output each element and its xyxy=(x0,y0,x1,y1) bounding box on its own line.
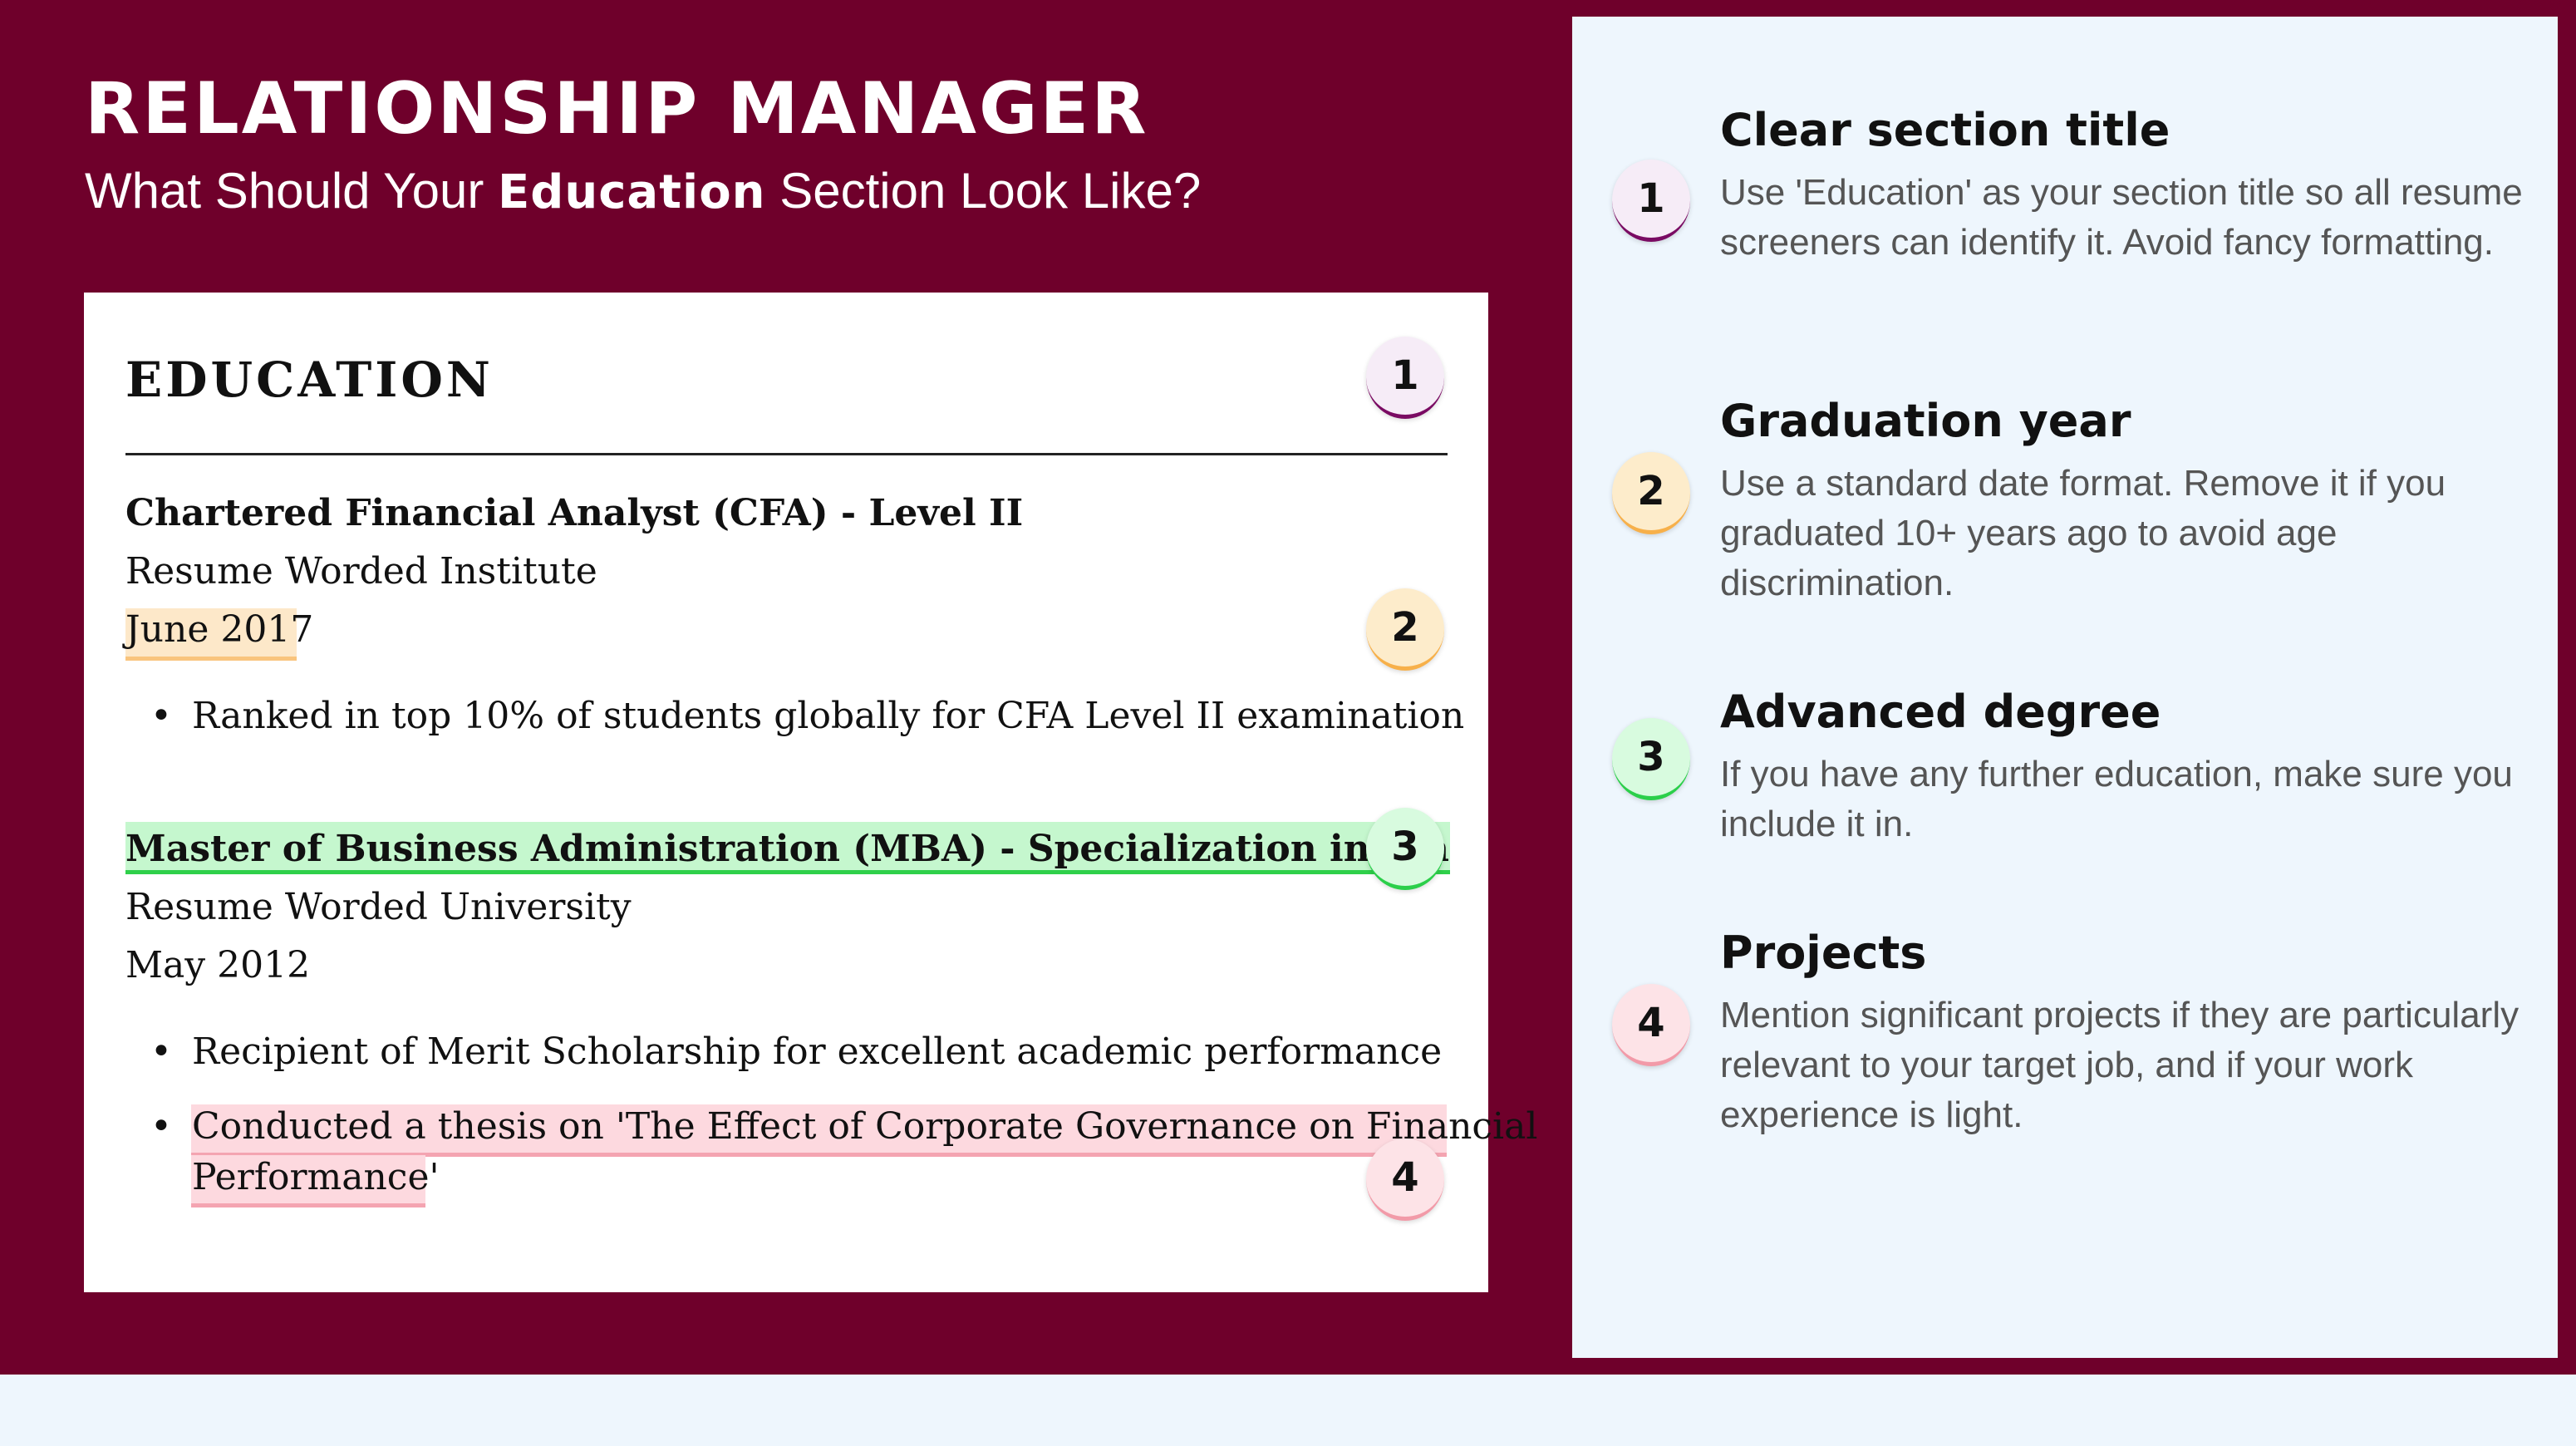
tip-1-title: Clear section title xyxy=(1720,104,2170,156)
entry-2-degree: Master of Business Administration (MBA) … xyxy=(125,831,1450,870)
callout-badge-2: 2 xyxy=(1366,588,1444,671)
bullet-dot: • xyxy=(150,1105,172,1148)
tip-2-body: Use a standard date format. Remove it if… xyxy=(1720,463,2446,603)
bullet-dot: • xyxy=(150,695,172,737)
tip-4-title: Projects xyxy=(1720,927,1927,979)
tip-3-title: Advanced degree xyxy=(1720,686,2161,738)
entry-2-institution: Resume Worded University xyxy=(125,886,632,928)
tips-panel: 1 Clear section title Use 'Education' as… xyxy=(1572,17,2558,1358)
tip-badge-3: 3 xyxy=(1612,718,1690,800)
heading-divider xyxy=(125,453,1448,455)
education-heading: EDUCATION xyxy=(125,352,494,408)
callout-badge-1: 1 xyxy=(1366,337,1444,419)
bullet-text: Recipient of Merit Scholarship for excel… xyxy=(192,1030,1443,1073)
subtitle-text-start: What Should Your xyxy=(85,163,499,219)
resume-education-card: EDUCATION Chartered Financial Analyst (C… xyxy=(84,293,1537,1292)
tip-4-body: Mention significant projects if they are… xyxy=(1720,995,2519,1135)
entry-2-degree-clip: Master of Business Administration (MBA) … xyxy=(125,831,1450,873)
bullet-text: Ranked in top 10% of students globally f… xyxy=(192,695,1465,737)
tip-badge-4: 4 xyxy=(1612,984,1690,1066)
bullet-text: Conducted a thesis on 'The Effect of Cor… xyxy=(192,1105,1538,1148)
page-subtitle: What Should Your Education Section Look … xyxy=(85,166,1201,216)
entry-1-institution: Resume Worded Institute xyxy=(125,550,597,593)
subtitle-emphasis: Education xyxy=(498,165,766,219)
bullet-text-continued: Performance' xyxy=(192,1156,440,1198)
tip-badge-1: 1 xyxy=(1612,160,1690,242)
subtitle-text-end: Section Look Like? xyxy=(765,163,1202,219)
tip-3-body: If you have any further education, make … xyxy=(1720,754,2513,844)
entry-2-date: May 2012 xyxy=(125,944,311,986)
tip-2-title: Graduation year xyxy=(1720,395,2131,447)
bullet-dot: • xyxy=(150,1030,172,1073)
page-title: RELATIONSHIP MANAGER xyxy=(85,67,1149,150)
entry-1-degree: Chartered Financial Analyst (CFA) - Leve… xyxy=(125,492,1024,534)
callout-badge-3: 3 xyxy=(1366,808,1444,890)
callout-badge-4: 4 xyxy=(1366,1139,1444,1221)
entry-1-date: June 2017 xyxy=(125,608,314,651)
tip-badge-2: 2 xyxy=(1612,452,1690,534)
tip-1-body: Use 'Education' as your section title so… xyxy=(1720,172,2523,263)
